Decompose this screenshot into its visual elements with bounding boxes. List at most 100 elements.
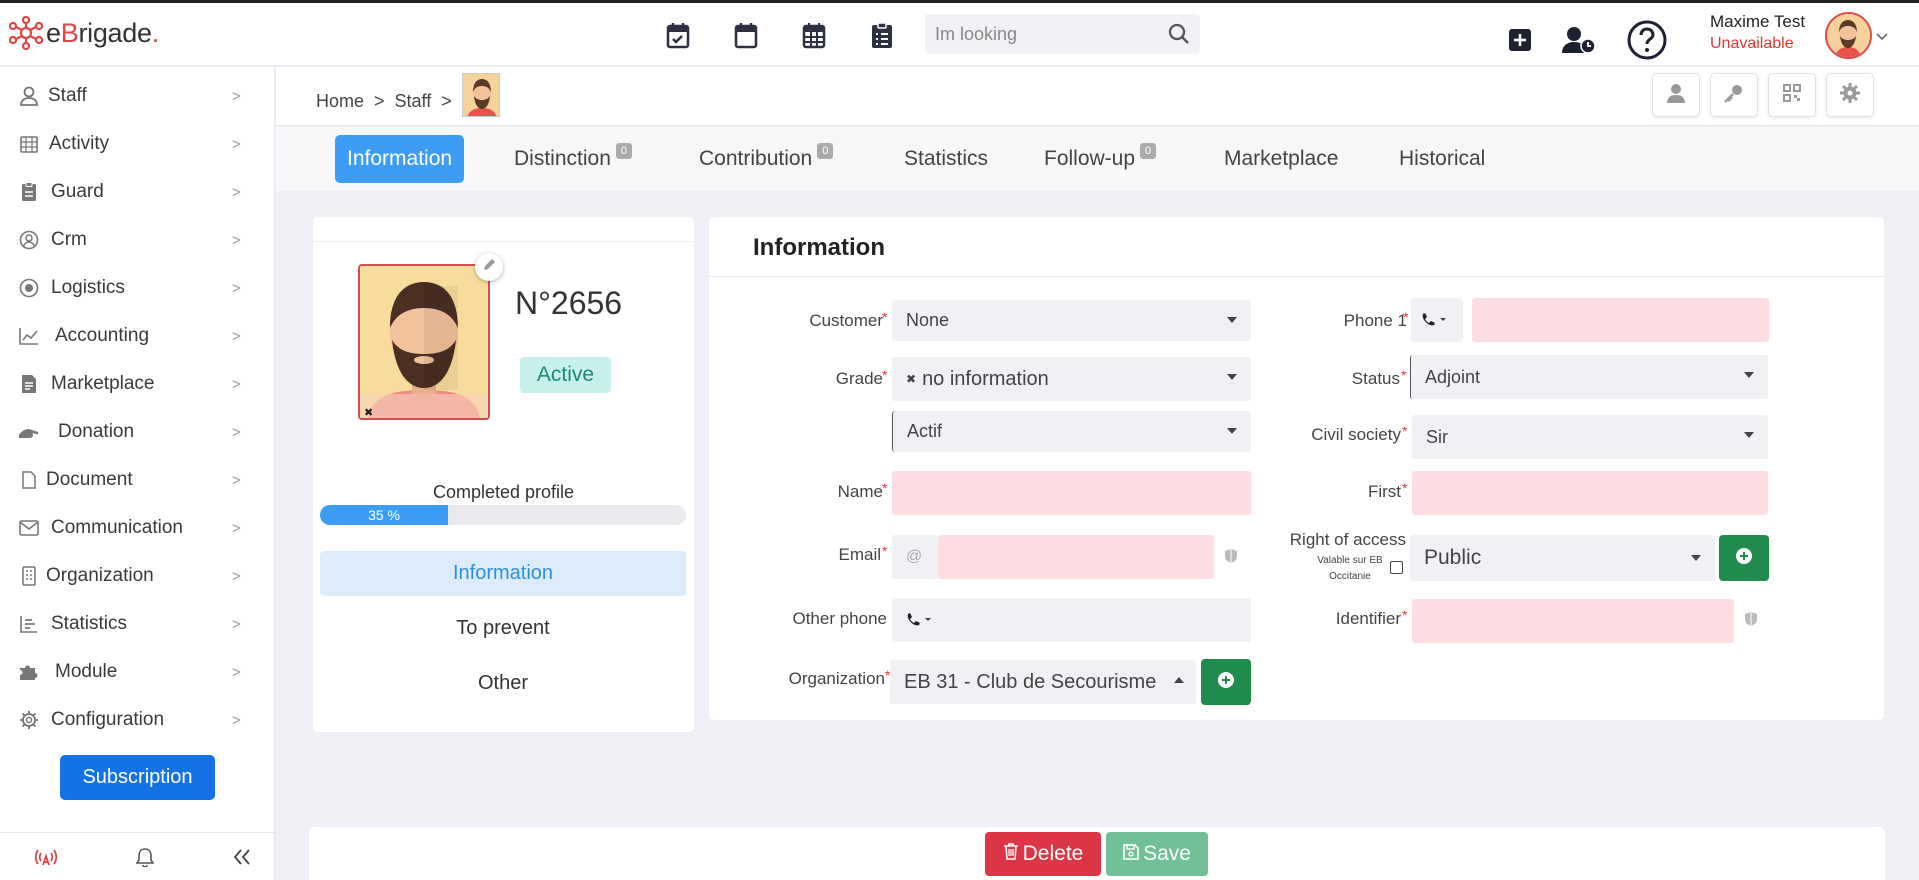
tab-information[interactable]: Information [335, 135, 465, 183]
sidebar-item-statistics[interactable]: Statistics > [0, 604, 275, 644]
save-button[interactable]: Save [1106, 832, 1208, 876]
breadcrumb-avatar[interactable] [461, 73, 500, 117]
chevron-right-icon: > [232, 375, 241, 393]
search-icon[interactable] [1168, 23, 1190, 45]
sidebar-item-activity[interactable]: Activity > [0, 124, 275, 164]
remove-photo-icon[interactable]: ✖ [364, 406, 373, 418]
tab-contribution[interactable]: Contribution 0 [699, 135, 834, 183]
shield-icon[interactable] [1744, 611, 1758, 632]
breadcrumb-home[interactable]: Home [316, 91, 364, 112]
button-label: Delete [1022, 842, 1084, 865]
sidebar-item-communication[interactable]: Communication > [0, 508, 275, 548]
help-icon[interactable] [1626, 19, 1668, 66]
subscription-button[interactable]: Subscription [60, 755, 215, 800]
tab-historical[interactable]: Historical [1399, 135, 1485, 183]
sidebar-item-label: Activity [49, 133, 110, 154]
broadcast-icon[interactable] [33, 847, 59, 872]
add-access-button[interactable] [1719, 535, 1769, 581]
civil-select[interactable]: Sir [1412, 415, 1768, 459]
profile-nav-information[interactable]: Information [320, 551, 686, 596]
sidebar-item-crm[interactable]: Crm > [0, 220, 275, 260]
user-info[interactable]: Maxime Test Unavailable [1710, 12, 1805, 53]
breadcrumb-staff[interactable]: Staff [395, 91, 432, 112]
chevron-right-icon: > [232, 663, 241, 681]
sidebar-item-organization[interactable]: Organization > [0, 556, 275, 596]
customer-select[interactable]: None [892, 300, 1251, 341]
phone-icon[interactable] [906, 610, 932, 631]
caret-down-icon [1227, 317, 1237, 323]
sidebar-item-module[interactable]: Module > [0, 652, 275, 692]
sidebar-item-document[interactable]: Document > [0, 460, 275, 500]
sidebar-item-label: Configuration [51, 709, 165, 730]
first-name-input[interactable] [1412, 471, 1768, 515]
person-icon [18, 85, 40, 107]
line-chart-icon [18, 325, 40, 347]
sidebar-item-guard[interactable]: Guard > [0, 172, 275, 212]
caret-down-icon [1691, 555, 1701, 561]
identifier-label: Identifier [1335, 609, 1401, 628]
identifier-input[interactable] [1412, 599, 1734, 643]
tab-marketplace[interactable]: Marketplace [1224, 135, 1338, 183]
chevron-down-icon[interactable] [1876, 28, 1888, 46]
qrcode-button[interactable] [1768, 73, 1816, 117]
count-badge: 0 [817, 143, 834, 159]
profile-nav-other[interactable]: Other [320, 661, 686, 706]
clear-icon[interactable]: ✖ [906, 372, 916, 386]
collapse-sidebar-icon[interactable] [233, 849, 251, 870]
organization-select[interactable]: EB 31 - Club de Secourisme [890, 660, 1196, 704]
required-marker: * [882, 367, 888, 383]
divider [313, 241, 694, 242]
divider [709, 276, 1884, 277]
password-button[interactable] [1710, 73, 1758, 117]
bell-icon[interactable] [135, 847, 155, 872]
count-badge: 0 [1140, 143, 1157, 159]
phone1-input[interactable] [1472, 298, 1769, 342]
settings-button[interactable] [1826, 73, 1874, 117]
grade-status-select[interactable]: Actif [892, 411, 1251, 452]
user-circle-icon [18, 229, 40, 251]
other-phone-field[interactable] [892, 598, 1251, 642]
sidebar-item-label: Communication [51, 517, 183, 538]
ebrigade-logo[interactable]: eBrigade. [9, 16, 159, 50]
phone-icon [1421, 310, 1447, 331]
target-icon [18, 277, 40, 299]
search-input[interactable] [935, 23, 1168, 45]
edit-photo-button[interactable] [475, 253, 503, 281]
calendar-grid-icon[interactable] [800, 20, 828, 50]
profile-photo[interactable]: ✖ [358, 264, 490, 420]
tab-distinction[interactable]: Distinction 0 [514, 135, 632, 183]
breadcrumb-separator: > [441, 90, 452, 111]
status-select[interactable]: Adjoint [1410, 355, 1768, 399]
profile-button[interactable] [1652, 73, 1700, 117]
chevron-right-icon: > [232, 471, 241, 489]
phone1-country[interactable] [1411, 298, 1463, 342]
user-clock-icon[interactable] [1562, 26, 1596, 59]
select-value: Public [1424, 546, 1482, 569]
access-select[interactable]: Public [1410, 535, 1715, 581]
tab-bar: Information Distinction 0 Contribution 0 S… [276, 127, 1919, 191]
access-checkbox[interactable] [1390, 561, 1403, 574]
sidebar-item-accounting[interactable]: Accounting > [0, 316, 275, 356]
sidebar-item-marketplace[interactable]: Marketplace > [0, 364, 275, 404]
calendar-icon[interactable] [732, 20, 760, 50]
clipboard-list-icon[interactable] [868, 20, 896, 50]
breadcrumb: Home > Staff > [316, 73, 500, 117]
grade-select[interactable]: ✖ no information [892, 357, 1251, 401]
tab-statistics[interactable]: Statistics [904, 135, 988, 183]
sidebar-item-configuration[interactable]: Configuration > [0, 700, 275, 740]
email-input[interactable] [938, 535, 1214, 579]
add-square-icon[interactable] [1508, 28, 1532, 57]
grade-label: Grade [835, 369, 883, 388]
delete-button[interactable]: Delete [985, 832, 1101, 876]
sidebar-item-staff[interactable]: Staff > [0, 76, 275, 116]
add-organization-button[interactable] [1201, 659, 1251, 705]
sidebar-item-donation[interactable]: Donation > [0, 412, 275, 452]
name-input[interactable] [892, 471, 1251, 515]
sidebar-item-logistics[interactable]: Logistics > [0, 268, 275, 308]
profile-nav-to-prevent[interactable]: To prevent [320, 606, 686, 651]
chevron-right-icon: > [232, 615, 241, 633]
user-avatar[interactable] [1825, 12, 1872, 59]
tab-follow-up[interactable]: Follow-up 0 [1044, 135, 1157, 183]
calendar-check-icon[interactable] [664, 20, 692, 50]
shield-icon[interactable] [1224, 548, 1238, 569]
